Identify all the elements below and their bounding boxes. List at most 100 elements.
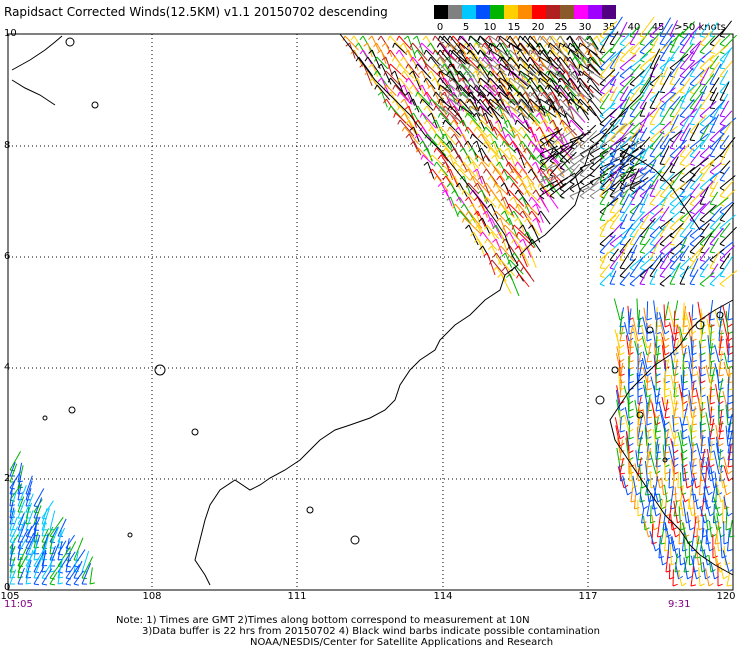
wind-barb xyxy=(389,35,405,52)
wind-barb xyxy=(637,436,642,461)
wind-barb xyxy=(659,17,672,37)
wind-map xyxy=(7,16,738,591)
wind-barb-flag xyxy=(482,140,487,146)
wind-barb-flag xyxy=(664,416,670,419)
wind-barb-flag xyxy=(709,51,715,54)
wind-barb-flag xyxy=(619,51,625,55)
wind-barb-flag xyxy=(536,154,541,159)
wind-barb-flag xyxy=(548,105,551,111)
wind-barb-flag xyxy=(359,35,364,41)
wind-barb-flag xyxy=(619,75,625,79)
wind-barb xyxy=(613,298,621,321)
wind-barb-flag xyxy=(727,443,733,447)
wind-barb-flag xyxy=(637,337,643,342)
wind-barb-flag xyxy=(524,217,528,223)
wind-barb-flag xyxy=(679,83,685,87)
wind-barb-flag xyxy=(25,565,32,568)
wind-barb-flag xyxy=(535,56,540,62)
wind-barb xyxy=(73,537,84,561)
wind-barb-flag xyxy=(700,465,707,468)
wind-barb xyxy=(719,534,723,559)
wind-barb xyxy=(619,213,628,229)
wind-barb-flag xyxy=(718,437,725,440)
wind-barb xyxy=(544,189,559,209)
wind-barb-flag xyxy=(535,112,540,118)
wind-barb-flag xyxy=(649,235,655,239)
wind-barb-flag xyxy=(659,243,665,247)
wind-barb xyxy=(725,425,729,447)
wind-barb-flag xyxy=(460,203,465,209)
wind-barb-flag xyxy=(679,91,685,94)
wind-barb-flag xyxy=(447,35,451,41)
wind-barb xyxy=(513,182,524,195)
wind-barb-flag xyxy=(689,163,695,166)
wind-barb-flag xyxy=(719,171,725,175)
wind-barb-flag xyxy=(599,203,606,206)
wind-barb-flag xyxy=(664,324,670,328)
wind-barb-flag xyxy=(567,42,571,48)
wind-barb-flag xyxy=(428,126,433,132)
wind-barb xyxy=(436,175,449,192)
wind-barb-flag xyxy=(639,51,645,55)
wind-barb xyxy=(665,550,669,573)
wind-barb-flag xyxy=(609,131,615,134)
wind-barb-flag xyxy=(516,231,519,237)
wind-barb-flag xyxy=(497,203,501,209)
wind-barb-flag xyxy=(377,91,383,96)
wind-barb-flag xyxy=(599,251,605,255)
wind-barb-flag xyxy=(438,168,442,174)
wind-barb-flag xyxy=(639,43,645,46)
wind-barb-flag xyxy=(646,365,652,370)
wind-barb-flag xyxy=(673,449,679,454)
wind-barb-flag xyxy=(599,243,605,247)
wind-barb-flag xyxy=(392,84,396,90)
wind-barb-flag xyxy=(589,167,595,171)
wind-barb-flag xyxy=(699,147,705,150)
wind-swath-bottom-left xyxy=(9,451,95,586)
wind-barb-flag xyxy=(723,575,728,580)
wind-barb xyxy=(89,567,93,585)
wind-barb-flag xyxy=(399,42,404,48)
wind-barb xyxy=(500,273,512,295)
wind-barb xyxy=(673,310,676,335)
wind-barb-flag xyxy=(609,251,615,255)
wind-barb-flag xyxy=(589,188,595,192)
wind-barb-flag xyxy=(639,243,646,246)
wind-barb xyxy=(688,485,693,510)
wind-barb-flag xyxy=(646,338,652,342)
wind-barb-flag xyxy=(719,35,725,38)
lon-label-120: 120 xyxy=(716,591,736,602)
wind-barb xyxy=(690,424,693,447)
wind-barb-flag xyxy=(639,171,645,175)
wind-barb-flag xyxy=(689,187,695,191)
wind-barb-flag xyxy=(577,84,581,90)
wind-barb xyxy=(628,420,631,440)
wind-barb-flag xyxy=(609,43,615,46)
wind-barb-flag xyxy=(461,217,465,223)
wind-barb-flag xyxy=(535,126,541,132)
wind-barb-flag xyxy=(727,470,733,475)
wind-barb-flag xyxy=(396,63,400,69)
wind-barb xyxy=(689,114,707,133)
wind-barb xyxy=(663,388,666,405)
wind-barb-flag xyxy=(514,189,519,195)
wind-barb-flag xyxy=(662,562,668,566)
wind-barb-flag xyxy=(391,56,396,62)
wind-barb-flag xyxy=(682,443,688,447)
wind-barb-flag xyxy=(381,42,386,47)
wind-barb-flag xyxy=(709,203,716,206)
wind-barb-flag xyxy=(619,458,625,461)
wind-barb-flag xyxy=(493,182,496,188)
wind-barb-flag xyxy=(619,283,625,287)
wind-barb-flag xyxy=(544,70,549,76)
wind-barb-flag xyxy=(563,84,567,90)
wind-barb-flag xyxy=(673,407,679,412)
wind-barb xyxy=(670,486,674,510)
wind-barb xyxy=(609,16,623,37)
wind-barb-flag xyxy=(659,275,665,278)
wind-barb-flag xyxy=(423,105,428,111)
wind-barb xyxy=(682,403,689,426)
wind-barb-flag xyxy=(487,245,493,251)
wind-barb-flag xyxy=(496,56,501,62)
wind-barb-flag xyxy=(649,51,656,54)
